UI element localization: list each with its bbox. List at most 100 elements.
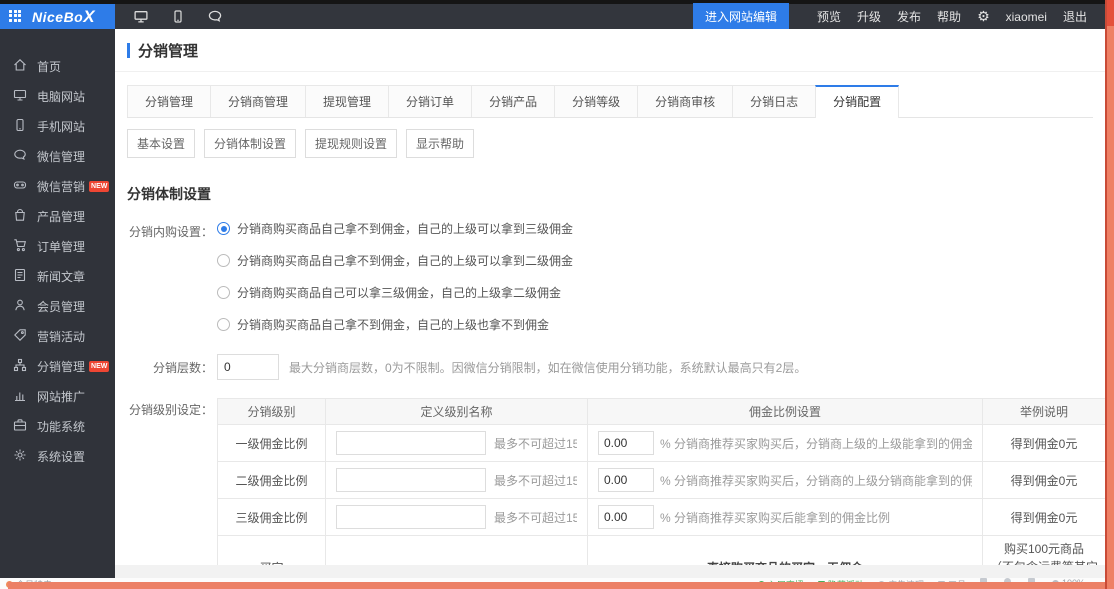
- upgrade-link[interactable]: 升级: [857, 8, 881, 25]
- mobile-icon: [13, 118, 37, 135]
- example-cell: 得到佣金0元: [983, 462, 1106, 499]
- sub-button-row: 基本设置 分销体制设置 提现规则设置 显示帮助: [127, 129, 1093, 158]
- table-row-level3: 三级佣金比例 最多不可超过15个字 % 分销商推荐买家购买后能拿到的佣金比例 得…: [218, 499, 1106, 536]
- help-link[interactable]: 帮助: [937, 8, 961, 25]
- publish-link[interactable]: 发布: [897, 8, 921, 25]
- radio-unselected-icon[interactable]: [217, 254, 230, 267]
- brand-logo: NiceBoX: [32, 7, 95, 27]
- levels-hint: 最大分销商层数，0为不限制。因微信分销限制，如在微信使用分销功能，系统默认最高只…: [289, 359, 806, 376]
- sidebar-item-wechat-manage[interactable]: 微信管理: [0, 141, 115, 171]
- example-cell: 得到佣金0元: [983, 425, 1106, 462]
- sidebar-item-member-manage[interactable]: 会员管理: [0, 291, 115, 321]
- sidebar-item-function-system[interactable]: 功能系统: [0, 411, 115, 441]
- tab-distribution-logs[interactable]: 分销日志: [732, 85, 816, 117]
- sidebar-item-news[interactable]: 新闻文章: [0, 261, 115, 291]
- sidebar-item-distribution-manage[interactable]: 分销管理 NEW: [0, 351, 115, 381]
- tab-distributor-manage[interactable]: 分销商管理: [210, 85, 306, 117]
- radio-unselected-icon[interactable]: [217, 318, 230, 331]
- sitemap-icon: [13, 358, 37, 375]
- sidebar-item-marketing-activity[interactable]: 营销活动: [0, 321, 115, 351]
- logout-link[interactable]: 退出: [1063, 8, 1087, 25]
- basic-settings-button[interactable]: 基本设置: [127, 129, 195, 158]
- level-table-row: 分销级别设定： 分销级别 定义级别名称 佣金比例设置 举例说明 一级佣金比例 最…: [127, 398, 1105, 578]
- inner-purchase-options: 分销商购买商品自己拿不到佣金，自己的上级可以拿到三级佣金 分销商购买商品自己拿不…: [217, 220, 573, 348]
- desktop-preview-icon[interactable]: [133, 9, 149, 24]
- section-heading-system: 分销体制设置: [127, 184, 1105, 204]
- name-hint: 最多不可超过15个字: [494, 509, 577, 526]
- main-content: 分销管理 分销管理 分销商管理 提现管理 分销订单 分销产品 分销等级 分销商审…: [115, 29, 1105, 578]
- radio-option-2[interactable]: 分销商购买商品自己拿不到佣金，自己的上级可以拿到二级佣金: [217, 252, 573, 269]
- commission-level-table: 分销级别 定义级别名称 佣金比例设置 举例说明 一级佣金比例 最多不可超过15个…: [217, 398, 1105, 578]
- home-icon: [13, 58, 37, 75]
- new-badge: NEW: [89, 181, 109, 192]
- wechat-preview-icon[interactable]: [207, 9, 223, 24]
- background-window-edge: [1105, 0, 1114, 589]
- radio-option-4[interactable]: 分销商购买商品自己拿不到佣金，自己的上级也拿不到佣金: [217, 316, 573, 333]
- sidebar-item-system-settings[interactable]: 系统设置: [0, 441, 115, 471]
- tab-distribution-levels[interactable]: 分销等级: [554, 85, 638, 117]
- level1-name-input[interactable]: [336, 431, 486, 455]
- level-cell: 一级佣金比例: [218, 425, 326, 462]
- tab-distribution-config[interactable]: 分销配置: [815, 85, 899, 118]
- level3-rate-input[interactable]: [598, 505, 654, 529]
- tab-distribution-manage[interactable]: 分销管理: [127, 85, 211, 117]
- mobile-preview-icon[interactable]: [171, 9, 185, 24]
- name-hint: 最多不可超过15个字: [494, 472, 577, 489]
- radio-option-1[interactable]: 分销商购买商品自己拿不到佣金，自己的上级可以拿到三级佣金: [217, 220, 573, 237]
- rate-hint: % 分销商推荐买家购买后，分销商的上级分销商能拿到的佣金比例: [660, 472, 972, 489]
- example-cell: 得到佣金0元: [983, 499, 1106, 536]
- sidebar-item-mobile-site[interactable]: 手机网站: [0, 111, 115, 141]
- logo-block[interactable]: NiceBoX: [0, 4, 115, 29]
- tab-distribution-orders[interactable]: 分销订单: [388, 85, 472, 117]
- sidebar-nav: 首页 电脑网站 手机网站 微信管理 微信营销 NEW 产品管理 订单管理: [0, 29, 115, 578]
- tab-distributor-review[interactable]: 分销商审核: [637, 85, 733, 117]
- sidebar-item-home[interactable]: 首页: [0, 51, 115, 81]
- new-badge: NEW: [89, 361, 109, 372]
- page-title: 分销管理: [138, 40, 198, 61]
- tab-bar: 分销管理 分销商管理 提现管理 分销订单 分销产品 分销等级 分销商审核 分销日…: [127, 85, 1093, 118]
- desktop-icon: [13, 88, 37, 105]
- table-row-level1: 一级佣金比例 最多不可超过15个字 % 分销商推荐买家购买后，分销商上级的上级能…: [218, 425, 1106, 462]
- show-help-button[interactable]: 显示帮助: [406, 129, 474, 158]
- radio-option-3[interactable]: 分销商购买商品自己可以拿三级佣金，自己的上级拿二级佣金: [217, 284, 573, 301]
- divider: [115, 71, 1105, 72]
- sidebar-item-wechat-marketing[interactable]: 微信营销 NEW: [0, 171, 115, 201]
- page-title-row: 分销管理: [115, 29, 1105, 71]
- sidebar-item-site-promotion[interactable]: 网站推广: [0, 381, 115, 411]
- settings-gear-icon[interactable]: ⚙: [977, 8, 990, 25]
- screen: NiceBoX 进入网站编辑 预览 升级 发布 帮助 ⚙ xiaomei 退出: [0, 0, 1114, 589]
- bag-icon: [13, 208, 37, 225]
- app-grid-icon[interactable]: [9, 10, 23, 24]
- gamepad-icon: [13, 178, 37, 195]
- background-orange-bar: [8, 582, 1105, 589]
- sidebar-item-product-manage[interactable]: 产品管理: [0, 201, 115, 231]
- radio-selected-icon[interactable]: [217, 222, 230, 235]
- level1-rate-input[interactable]: [598, 431, 654, 455]
- briefcase-icon: [13, 418, 37, 435]
- gear-icon: [13, 448, 37, 465]
- level3-name-input[interactable]: [336, 505, 486, 529]
- table-header-row: 分销级别 定义级别名称 佣金比例设置 举例说明: [218, 399, 1106, 425]
- tab-withdraw-manage[interactable]: 提现管理: [305, 85, 389, 117]
- tag-icon: [13, 328, 37, 345]
- tab-distribution-products[interactable]: 分销产品: [471, 85, 555, 117]
- system-settings-button[interactable]: 分销体制设置: [204, 129, 296, 158]
- title-accent-bar: [127, 43, 130, 58]
- levels-row: 分销层数： 最大分销商层数，0为不限制。因微信分销限制，如在微信使用分销功能，系…: [127, 354, 1105, 380]
- level-cell: 三级佣金比例: [218, 499, 326, 536]
- username-label[interactable]: xiaomei: [1006, 10, 1047, 24]
- withdraw-rules-button[interactable]: 提现规则设置: [305, 129, 397, 158]
- rate-hint: % 分销商推荐买家购买后能拿到的佣金比例: [660, 509, 890, 526]
- top-bar-actions: 进入网站编辑 预览 升级 发布 帮助 ⚙ xiaomei 退出: [693, 4, 1105, 29]
- next-section-header-band: [115, 565, 1105, 578]
- enter-site-editor-button[interactable]: 进入网站编辑: [693, 3, 789, 30]
- level2-name-input[interactable]: [336, 468, 486, 492]
- sidebar-item-pc-site[interactable]: 电脑网站: [0, 81, 115, 111]
- table-row-level2: 二级佣金比例 最多不可超过15个字 % 分销商推荐买家购买后，分销商的上级分销商…: [218, 462, 1106, 499]
- levels-input[interactable]: [217, 354, 279, 380]
- level2-rate-input[interactable]: [598, 468, 654, 492]
- radio-unselected-icon[interactable]: [217, 286, 230, 299]
- wechat-icon: [13, 148, 37, 165]
- preview-link[interactable]: 预览: [817, 8, 841, 25]
- sidebar-item-order-manage[interactable]: 订单管理: [0, 231, 115, 261]
